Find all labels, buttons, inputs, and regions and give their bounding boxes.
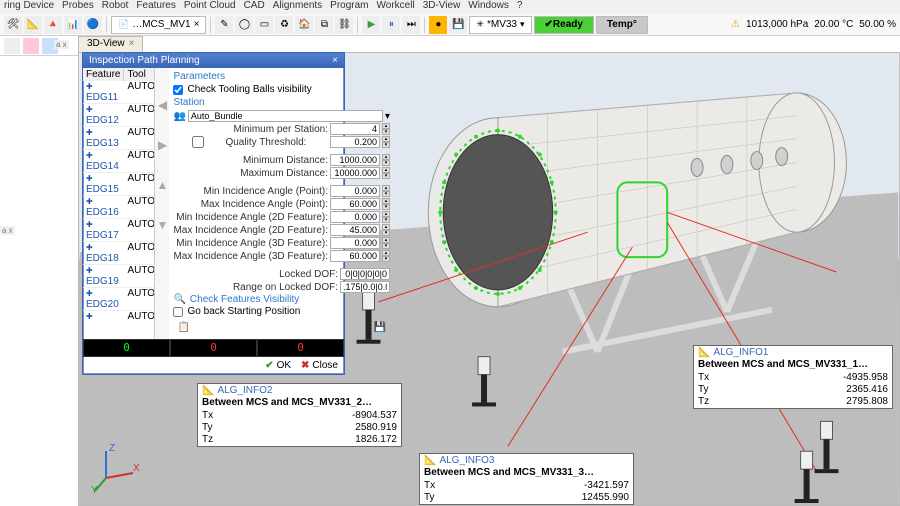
tool-icon[interactable]: ▭ — [255, 16, 273, 34]
status-ready: ✔ Ready — [534, 16, 594, 34]
tool-icon[interactable]: 🏠 — [295, 16, 313, 34]
close-button[interactable]: ✖Close — [301, 360, 338, 371]
feature-row[interactable]: EDG16AUTO — [83, 196, 154, 219]
range-dof-input[interactable] — [340, 281, 390, 293]
menu-pointcloud[interactable]: Point Cloud — [184, 0, 236, 14]
environment-status: ⚠ 1013,000 hPa 20.00 °C 50.00 % — [731, 19, 896, 30]
svg-text:Z: Z — [109, 443, 115, 454]
menu-alignments[interactable]: Alignments — [273, 0, 322, 14]
station-dropdown[interactable] — [188, 110, 383, 122]
menu-program[interactable]: Program — [330, 0, 368, 14]
min-ang-pt-input[interactable] — [330, 185, 380, 197]
parameters-panel: Parameters Check Tooling Balls visibilit… — [169, 68, 394, 339]
save-icon[interactable]: 💾 — [449, 16, 467, 34]
view-tabs: 3D-View× — [78, 36, 143, 52]
pause-icon[interactable]: ⏸ — [382, 16, 400, 34]
menu-windows[interactable]: Windows — [468, 0, 509, 14]
dialog-title: Inspection Path Planning — [89, 55, 200, 66]
quality-input[interactable] — [330, 136, 380, 148]
counter-bar: 0 0 0 — [83, 339, 344, 357]
record-icon[interactable]: ● — [429, 16, 447, 34]
status-temp: Temp° — [596, 16, 648, 34]
tool-icon[interactable]: 🛠 — [4, 16, 22, 34]
check-tooling-checkbox[interactable] — [173, 85, 183, 95]
feature-row[interactable]: EDG14AUTO — [83, 150, 154, 173]
document-tab[interactable]: 📄 …MCS_MV1 × — [111, 16, 206, 34]
notes-icon[interactable]: 📋 — [177, 322, 189, 333]
min-ang-2d-input[interactable] — [330, 211, 380, 223]
panel-pin[interactable]: a x — [54, 40, 69, 49]
mv-dropdown[interactable]: ✳ *MV33 ▾ — [469, 16, 531, 34]
arrow-right-icon[interactable]: ▶ — [155, 138, 169, 152]
ok-button[interactable]: ✔OK — [265, 360, 291, 371]
feature-list-panel: Feature Tool EDG11AUTOEDG12AUTOEDG13AUTO… — [83, 68, 155, 339]
save-floppy-icon[interactable]: 💾 — [374, 322, 386, 333]
min-dist-input[interactable] — [330, 154, 380, 166]
tool-icon[interactable]: 📐 — [24, 16, 42, 34]
menu-features[interactable]: Features — [136, 0, 175, 14]
feature-row[interactable]: EDG18AUTO — [83, 242, 154, 265]
check-features-link[interactable]: Check Features Visibility — [190, 294, 299, 305]
quality-checkbox[interactable] — [173, 136, 223, 148]
parameters-heading: Parameters — [173, 70, 390, 83]
arrow-down-icon[interactable]: ▼ — [155, 218, 169, 232]
max-ang-pt-input[interactable] — [330, 198, 380, 210]
panel-pin[interactable]: a x — [0, 226, 15, 235]
alg-info-1[interactable]: 📐ALG_INFO1 Between MCS and MCS_MV331_1… … — [693, 345, 893, 409]
dialog-title-bar[interactable]: Inspection Path Planning × — [83, 53, 344, 68]
go-back-checkbox[interactable] — [173, 307, 183, 317]
feature-row[interactable]: EDG17AUTO — [83, 219, 154, 242]
menu-cad[interactable]: CAD — [244, 0, 265, 14]
tool-icon[interactable]: 🔺 — [44, 16, 62, 34]
inspection-path-dialog[interactable]: Inspection Path Planning × Feature Tool … — [82, 52, 345, 375]
col-tool[interactable]: Tool — [124, 68, 154, 81]
feature-row[interactable]: EDG15AUTO — [83, 173, 154, 196]
tool-icon[interactable]: ✎ — [215, 16, 233, 34]
main-toolbar: 🛠 📐 🔺 📊 🔵 📄 …MCS_MV1 × ✎ ◯ ▭ ♻ 🏠 ⧉ ⛓ ▶ ⏸… — [0, 14, 900, 36]
max-ang-2d-input[interactable] — [330, 224, 380, 236]
locked-dof-input[interactable] — [340, 268, 390, 280]
feature-row[interactable]: EDG13AUTO — [83, 127, 154, 150]
arrow-column: ◀ ▶ ▲ ▼ — [155, 68, 169, 339]
feature-row[interactable]: EDG20AUTO — [83, 288, 154, 311]
tool-icon[interactable]: ◯ — [235, 16, 253, 34]
alg-info-3[interactable]: 📐ALG_INFO3 Between MCS and MCS_MV331_3… … — [419, 453, 634, 505]
feature-row[interactable]: EDG12AUTO — [83, 104, 154, 127]
mini-icon[interactable] — [4, 38, 20, 54]
close-icon[interactable]: × — [332, 55, 338, 66]
play-icon[interactable]: ▶ — [362, 16, 380, 34]
tool-icon[interactable]: 📊 — [64, 16, 82, 34]
tool-icon[interactable]: ♻ — [275, 16, 293, 34]
mini-icon[interactable] — [23, 38, 39, 54]
arrow-up-icon[interactable]: ▲ — [155, 178, 169, 192]
alg-info-2[interactable]: 📐ALG_INFO2 Between MCS and MCS_MV331_2… … — [197, 383, 402, 447]
min-ang-3d-input[interactable] — [330, 237, 380, 249]
menu-[interactable]: ? — [517, 0, 523, 14]
arrow-left-icon[interactable]: ◀ — [155, 98, 169, 112]
feature-row[interactable]: EDG19AUTO — [83, 265, 154, 288]
svg-text:X: X — [133, 463, 140, 474]
col-feature[interactable]: Feature — [83, 68, 124, 81]
menu-ringdevice[interactable]: ring Device — [4, 0, 54, 14]
svg-text:Y: Y — [91, 485, 98, 493]
max-dist-input[interactable] — [330, 167, 380, 179]
menu-bar: ring Device Probes Robot Features Point Clou… — [0, 0, 900, 14]
tool-icon[interactable]: ⛓ — [335, 16, 353, 34]
menu-probes[interactable]: Probes — [62, 0, 94, 14]
max-ang-3d-input[interactable] — [330, 250, 380, 262]
feature-row[interactable]: EDG11AUTO — [83, 81, 154, 104]
axis-gizmo: Z X Y — [91, 443, 141, 493]
menu-workcell[interactable]: Workcell — [377, 0, 415, 14]
min-per-station-input[interactable] — [330, 123, 380, 135]
step-icon[interactable]: ⏭ — [402, 16, 420, 34]
tool-icon[interactable]: ⧉ — [315, 16, 333, 34]
feature-row[interactable]: EDG28AUTO — [83, 311, 154, 321]
warning-icon: ⚠ — [731, 19, 740, 30]
tab-3d-view[interactable]: 3D-View× — [78, 36, 143, 52]
menu-robot[interactable]: Robot — [102, 0, 129, 14]
tool-icon[interactable]: 🔵 — [84, 16, 102, 34]
menu-dview[interactable]: 3D-View — [423, 0, 461, 14]
station-heading: Station — [173, 96, 390, 109]
